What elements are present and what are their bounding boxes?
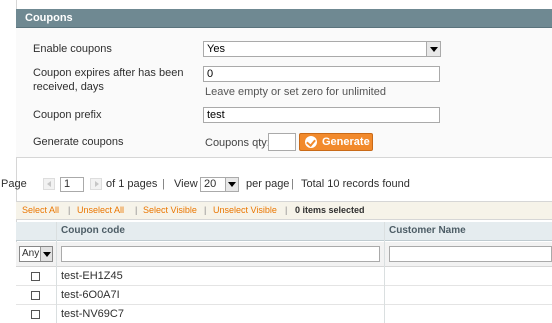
coupons-qty-label: Coupons qty: [205,137,270,149]
chevron-down-icon [225,178,238,191]
mass-action-bar: Select All | Unselect All | Select Visib… [16,201,552,220]
selected-count: 0 items selected [295,205,365,215]
coupon-prefix-input[interactable]: test [203,107,440,123]
column-divider [56,222,57,323]
coupon-code-cell: test-NV69C7 [61,308,124,320]
generate-button-label: Generate [322,136,370,148]
per-page-value: 20 [204,178,217,190]
row-checkbox[interactable] [31,310,40,319]
chevron-down-icon [40,247,52,261]
coupon-prefix-label: Coupon prefix [33,109,102,121]
massaction-filter-select[interactable]: Any [19,246,53,262]
pager-separator: | [291,178,294,190]
enable-coupons-value: Yes [207,43,225,55]
page-count-text: of 1 pages [106,178,158,190]
page-label: Page [1,178,27,190]
customer-name-filter-input[interactable] [389,246,552,262]
select-all-link[interactable]: Select All [22,202,59,219]
check-circle-icon [305,136,317,148]
per-page-select[interactable]: 20 [200,177,239,192]
mass-separator: | [68,205,71,215]
column-divider [384,222,385,323]
coupons-section-header: Coupons [16,9,552,28]
expires-note: Leave empty or set zero for unlimited [205,86,386,98]
table-row: test-6O0A7I [16,286,552,305]
row-checkbox[interactable] [31,291,40,300]
pager-separator: | [162,178,165,190]
coupon-code-filter-input[interactable] [61,246,380,262]
view-label: View [174,178,198,190]
coupon-code-cell: test-EH1Z45 [61,270,123,282]
expires-days-input[interactable]: 0 [203,66,440,82]
chevron-down-icon [426,42,440,56]
mass-separator: | [135,205,138,215]
grid-pager: Page 1 of 1 pages | View 20 per page | T… [0,176,552,192]
expires-label-line2: received, days [33,81,104,93]
mass-separator: | [204,205,207,215]
mass-separator: | [285,205,288,215]
section-title: Coupons [25,12,73,24]
row-checkbox[interactable] [31,272,40,281]
coupons-qty-input[interactable] [268,133,296,151]
grid-filter-row: Any [16,242,552,267]
page-number-input[interactable]: 1 [60,177,84,192]
previous-page-icon[interactable] [43,178,55,190]
grid-header: Coupon code Customer Name [16,222,552,241]
unselect-visible-link[interactable]: Unselect Visible [213,202,277,219]
generate-button[interactable]: Generate [299,133,373,151]
column-customer-name[interactable]: Customer Name [389,225,466,236]
total-records-text: Total 10 records found [301,178,410,190]
table-row: test-NV69C7 [16,305,552,323]
next-page-icon[interactable] [90,178,102,190]
column-coupon-code[interactable]: Coupon code [61,225,125,236]
filter-any-value: Any [22,248,40,259]
enable-coupons-select[interactable]: Yes [203,41,441,57]
unselect-all-link[interactable]: Unselect All [77,202,124,219]
coupon-code-cell: test-6O0A7I [61,289,120,301]
generate-coupons-label: Generate coupons [33,136,124,148]
expires-label-line1: Coupon expires after has been [33,67,184,79]
per-page-label: per page [246,178,290,190]
table-row: test-EH1Z45 [16,267,552,286]
select-visible-link[interactable]: Select Visible [143,202,197,219]
enable-coupons-label: Enable coupons [33,43,112,55]
